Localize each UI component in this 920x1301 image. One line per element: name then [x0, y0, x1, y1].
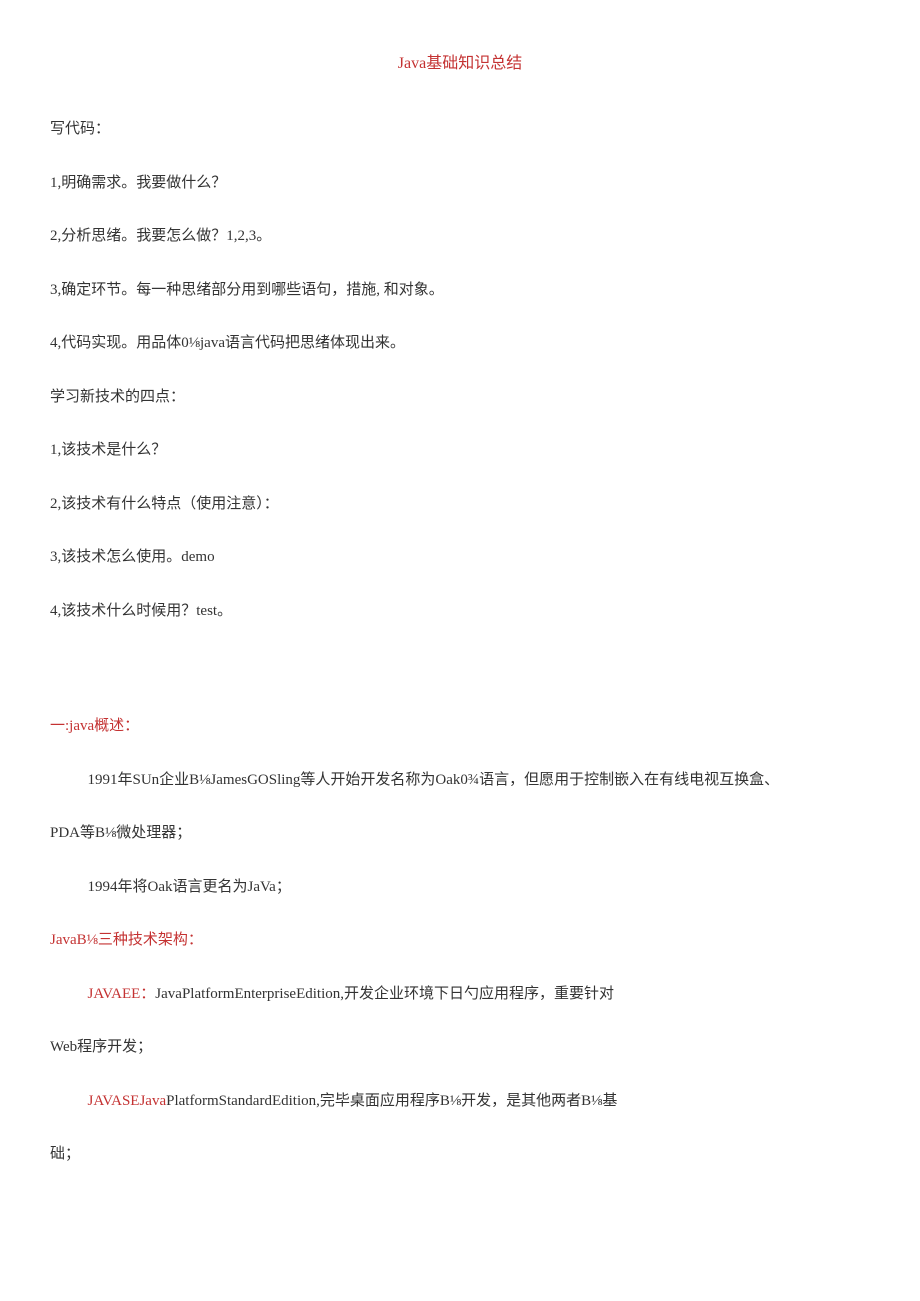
paragraph: 4,该技术什么时候用？test。	[50, 599, 870, 625]
paragraph: 3,确定环节。每一种思绪部分用到哪些语句，措施, 和对象。	[50, 278, 870, 304]
paragraph: 3,该技术怎么使用。demo	[50, 545, 870, 571]
paragraph: JAVAEE：JavaPlatformEnterpriseEdition,开发企…	[50, 982, 870, 1008]
paragraph: 础；	[50, 1142, 870, 1168]
term: JAVASEJava	[88, 1093, 167, 1109]
paragraph: 1,该技术是什么？	[50, 438, 870, 464]
paragraph: JAVASEJavaPlatformStandardEdition,完毕桌面应用…	[50, 1089, 870, 1115]
paragraph: Web程序开发；	[50, 1035, 870, 1061]
paragraph: 1,明确需求。我要做什么？	[50, 171, 870, 197]
section-heading: JavaB⅛三种技术架构：	[50, 928, 870, 954]
paragraph: 4,代码实现。用品体0⅛java语言代码把思绪体现出来。	[50, 331, 870, 357]
term: JAVAEE：	[88, 986, 156, 1002]
paragraph: 1994年将Oak语言更名为JaVa；	[50, 875, 870, 901]
document-title: Java基础知识总结	[50, 50, 870, 77]
paragraph: 2,分析思绪。我要怎么做？1,2,3。	[50, 224, 870, 250]
paragraph: PDA等B⅛微处理器；	[50, 821, 870, 847]
paragraph: 写代码：	[50, 117, 870, 143]
section-heading: 一:java概述：	[50, 714, 870, 740]
text: JavaPlatformEnterpriseEdition,开发企业环境下日勺应…	[155, 986, 614, 1002]
text: PlatformStandardEdition,完毕桌面应用程序B⅛开发，是其他…	[166, 1093, 617, 1109]
paragraph: 2,该技术有什么特点（使用注意）：	[50, 492, 870, 518]
paragraph: 学习新技术的四点：	[50, 385, 870, 411]
paragraph: 1991年SUn企业B⅛JamesGOSling等人开始开发名称为Oak0¾语言…	[50, 768, 870, 794]
